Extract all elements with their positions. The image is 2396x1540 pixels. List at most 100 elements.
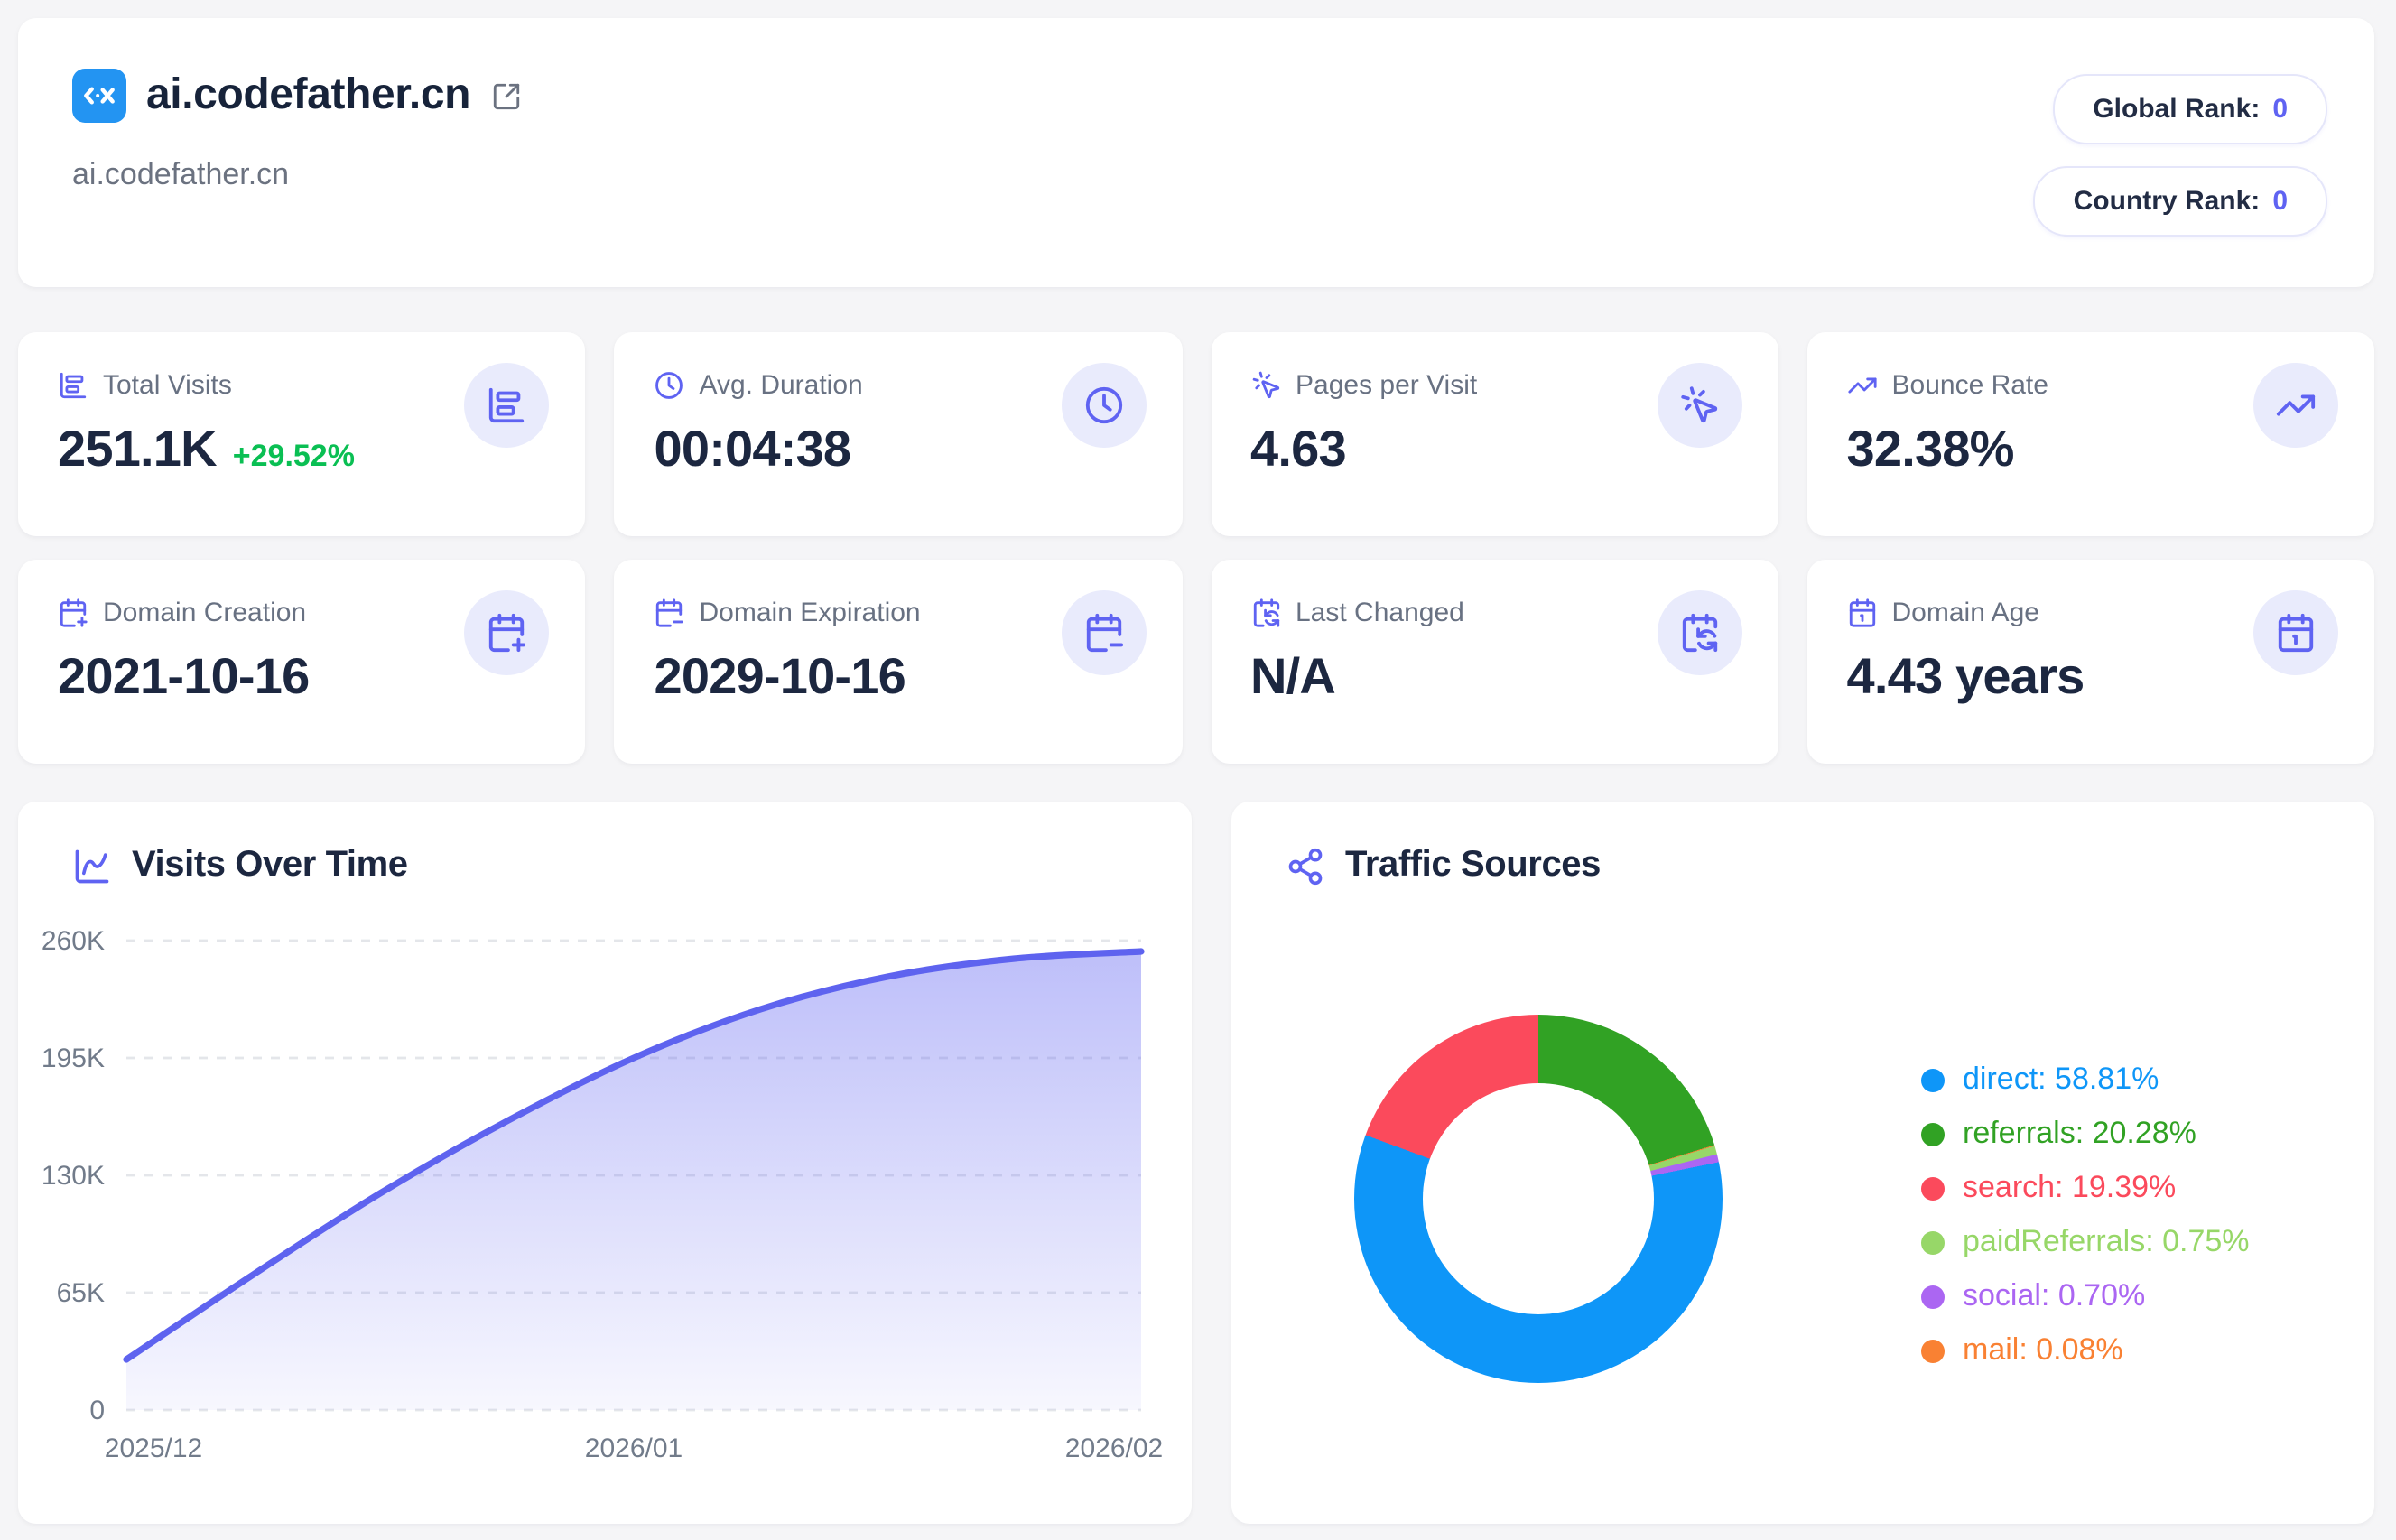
x-tick-label: 2026/02: [1065, 1433, 1163, 1463]
legend-color-dot: [1921, 1285, 1945, 1308]
visits-chart-title: Visits Over Time: [132, 845, 408, 886]
legend-color-dot: [1921, 1339, 1945, 1362]
stat-label: Domain Age: [1892, 598, 2039, 628]
share-icon: [1286, 846, 1325, 886]
calendar-1-icon: [2275, 612, 2317, 654]
rank-badge-global-rank: Global Rank: 0: [2053, 74, 2327, 144]
traffic-chart-title: Traffic Sources: [1345, 845, 1601, 886]
screenshot-root: ai.codefather.cn ai.codefather.cn Global…: [0, 0, 2396, 1540]
domain-analytics-dashboard: ai.codefather.cn ai.codefather.cn Global…: [0, 0, 2396, 1540]
legend-color-dot: [1921, 1176, 1945, 1200]
share-icon-slot: [1286, 846, 1325, 886]
rank-label: Global Rank:: [2093, 94, 2260, 125]
rank-badge-country-rank: Country Rank:0: [2034, 166, 2327, 237]
calendar-sync-icon: [1679, 612, 1721, 654]
legend-item-paidreferrals[interactable]: paidReferrals: 0.75%: [1921, 1222, 2250, 1262]
stat-card-last-changed: Last Changed N/A: [1211, 560, 1778, 764]
stat-card-domain-creation: Domain Creation 2021-10-16: [18, 560, 586, 764]
stat-label: Total Visits: [103, 370, 232, 401]
calendar-1-icon: [1847, 598, 1878, 628]
legend-text: social: 0.70%: [1963, 1278, 2145, 1314]
open-domain-external-button[interactable]: [490, 80, 521, 111]
stat-label: Avg. Duration: [700, 370, 863, 401]
pointer-click-icon: [1679, 385, 1721, 426]
clock-icon: [655, 370, 685, 401]
legend-item-social[interactable]: social: 0.70%: [1921, 1276, 2250, 1316]
pointer-click-icon: [1250, 370, 1281, 401]
bar-chart-icon: [58, 370, 88, 401]
legend-color-dot: [1921, 1068, 1945, 1091]
rank-value: 0: [2272, 94, 2288, 125]
external-link-icon: [490, 80, 521, 111]
legend-item-mail[interactable]: mail: 0.08%: [1921, 1331, 2250, 1370]
bar-chart-icon: [487, 385, 528, 426]
visits-area-fill: [126, 951, 1141, 1410]
stat-label: Bounce Rate: [1892, 370, 2048, 401]
legend-text: search: 19.39%: [1963, 1170, 2176, 1206]
calendar-minus-icon: [1082, 612, 1124, 654]
legend-color-dot: [1921, 1122, 1945, 1146]
stat-value: 4.43 years: [1847, 648, 2085, 706]
traffic-chart-title-row: Traffic Sources: [1286, 845, 1601, 886]
legend-text: paidReferrals: 0.75%: [1963, 1224, 2250, 1260]
legend-text: direct: 58.81%: [1963, 1062, 2159, 1098]
stat-icon-badge: [465, 590, 550, 675]
legend-text: mail: 0.08%: [1963, 1332, 2123, 1368]
y-tick-label: 65K: [57, 1278, 105, 1308]
x-tick-label: 2025/12: [105, 1433, 202, 1463]
y-tick-label: 130K: [42, 1161, 105, 1191]
stat-icon-badge: [1658, 590, 1742, 675]
stat-card-total-visits: Total Visits 251.1K +29.52%: [18, 332, 586, 536]
domain-title: ai.codefather.cn: [146, 70, 470, 121]
legend-item-direct[interactable]: direct: 58.81%: [1921, 1060, 2250, 1099]
trending-up-icon: [2275, 385, 2317, 426]
y-tick-label: 0: [89, 1396, 105, 1425]
trending-up-icon: [1847, 370, 1878, 401]
clock-icon: [1082, 385, 1124, 426]
stat-value: 00:04:38: [655, 421, 851, 478]
visits-line-chart: 065K130K195K260K2025/122026/012026/02: [18, 802, 1192, 1524]
code-icon: [79, 76, 119, 116]
rank-badges: Global Rank: 0 Country Rank:0: [2034, 74, 2327, 237]
stat-icon-badge: [1061, 590, 1146, 675]
domain-title-row: ai.codefather.cn: [72, 69, 2320, 123]
calendar-minus-icon: [655, 598, 685, 628]
line-chart-icon: [72, 846, 112, 886]
legend-color-dot: [1921, 1230, 1945, 1254]
line-chart-icon-slot: [72, 846, 112, 886]
stat-card-avg-duration: Avg. Duration 00:04:38: [615, 332, 1183, 536]
stat-icon-badge: [2253, 363, 2338, 448]
rank-label: Country Rank:: [2074, 186, 2261, 217]
stat-label: Pages per Visit: [1296, 370, 1477, 401]
y-tick-label: 195K: [42, 1044, 105, 1073]
stat-label: Last Changed: [1296, 598, 1464, 628]
stat-value: N/A: [1250, 648, 1335, 706]
stat-delta: +29.52%: [233, 439, 355, 475]
stat-icon-badge: [1658, 363, 1742, 448]
stat-card-domain-expiration: Domain Expiration 2029-10-16: [615, 560, 1183, 764]
stat-value: 4.63: [1250, 421, 1346, 478]
domain-logo: [72, 69, 126, 123]
stat-value: 32.38%: [1847, 421, 2014, 478]
stat-label: Domain Creation: [103, 598, 306, 628]
traffic-legend: direct: 58.81% referrals: 20.28% search: 1…: [1921, 1060, 2250, 1385]
stat-card-domain-age: Domain Age 4.43 years: [1807, 560, 2375, 764]
stat-label: Domain Expiration: [700, 598, 921, 628]
traffic-donut-chart: [1354, 1015, 1723, 1383]
legend-text: referrals: 20.28%: [1963, 1116, 2196, 1152]
stat-card-bounce-rate: Bounce Rate 32.38%: [1807, 332, 2375, 536]
visits-chart-title-row: Visits Over Time: [72, 845, 408, 886]
stat-icon-badge: [465, 363, 550, 448]
stat-icon-badge: [1061, 363, 1146, 448]
stat-card-pages-per-visit: Pages per Visit 4.63: [1211, 332, 1778, 536]
stat-value: 2021-10-16: [58, 648, 309, 706]
stat-value: 2029-10-16: [655, 648, 905, 706]
stat-icon-badge: [2253, 590, 2338, 675]
traffic-sources-card: Traffic Sources direct: 58.81% referrals:…: [1231, 802, 2374, 1524]
domain-subtitle: ai.codefather.cn: [72, 157, 2320, 193]
stat-value: 251.1K: [58, 421, 217, 478]
y-tick-label: 260K: [42, 926, 105, 956]
legend-item-search[interactable]: search: 19.39%: [1921, 1168, 2250, 1208]
legend-item-referrals[interactable]: referrals: 20.28%: [1921, 1114, 2250, 1154]
visits-over-time-card: 065K130K195K260K2025/122026/012026/02 Vi…: [18, 802, 1192, 1524]
